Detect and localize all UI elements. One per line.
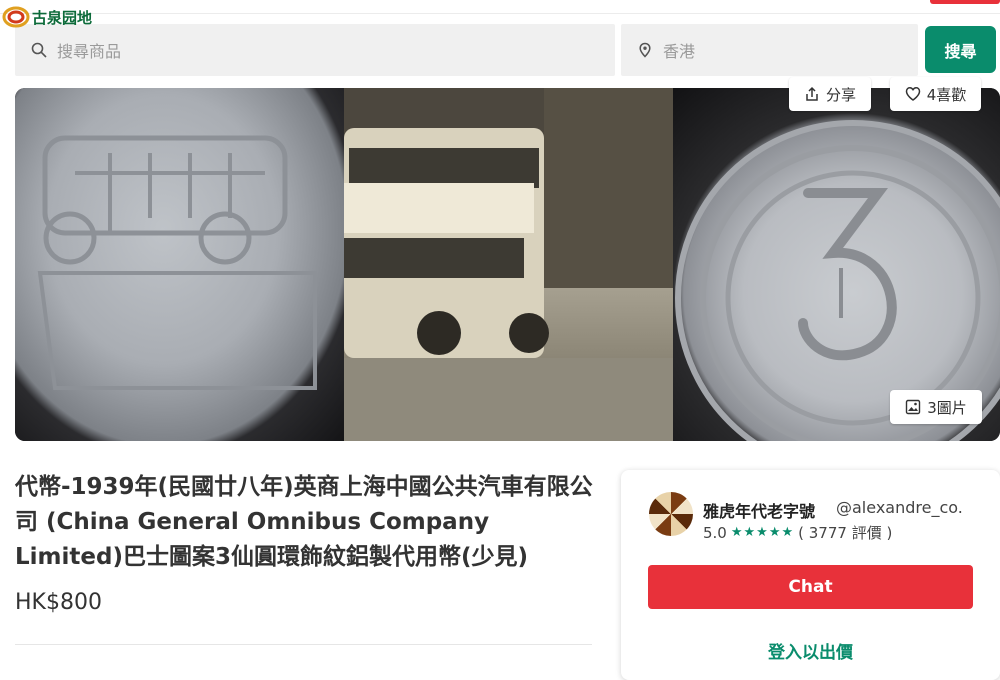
review-count: ( 3777 評價 ) [798,524,893,542]
tram-photo-illustration [344,88,673,441]
seller-card: 雅虎年代老字號 @alexandre_co. 5.0 ★★★★★ ( 3777 … [621,470,1000,680]
rating-score: 5.0 [703,523,727,542]
chat-button[interactable]: Chat [648,565,973,609]
token-reverse-illustration [675,120,1000,441]
photos-button[interactable]: 3圖片 [890,390,982,424]
logo-text: 古泉园地 [32,8,93,27]
avatar[interactable] [649,492,693,536]
image-gallery[interactable] [15,88,1000,441]
listing-title: 代幣-1939年(民國廿八年)英商上海中國公共汽車有限公司 (China Gen… [15,474,593,570]
gallery-image-token-reverse[interactable] [673,88,1000,441]
seller-handle[interactable]: @alexandre_co. [836,498,963,517]
like-count: 4喜歡 [926,85,967,104]
location-placeholder: 香港 [663,42,696,61]
search-icon [31,42,47,58]
photos-count: 3圖片 [927,398,967,417]
logo-icon [2,6,30,28]
star-rating-icon: ★★★★★ [730,525,795,540]
top-red-accent [930,0,1000,4]
site-logo[interactable]: 古泉园地 [2,2,92,32]
search-placeholder: 搜尋商品 [57,42,122,61]
share-label: 分享 [825,85,856,104]
gallery-image-tram-photo[interactable] [344,88,673,441]
listing-price: HK$800 [15,590,102,615]
seller-name[interactable]: 雅虎年代老字號 [703,498,815,522]
login-to-offer-link[interactable]: 登入以出價 [621,638,1000,663]
heart-icon [905,87,920,101]
search-button[interactable]: 搜尋 [925,26,996,73]
share-button[interactable]: 分享 [789,77,871,111]
location-pin-icon [639,42,651,58]
divider [15,644,592,645]
gallery-image-bus-token[interactable] [15,88,344,441]
like-button[interactable]: 4喜歡 [890,77,981,111]
token-engraving-illustration [37,135,317,390]
location-input[interactable]: 香港 [621,24,918,76]
search-input[interactable]: 搜尋商品 [15,24,615,76]
seller-rating[interactable]: 5.0 ★★★★★ ( 3777 評價 ) [703,522,892,543]
share-icon [806,86,818,101]
image-icon [906,399,921,415]
top-bar [0,0,1000,14]
